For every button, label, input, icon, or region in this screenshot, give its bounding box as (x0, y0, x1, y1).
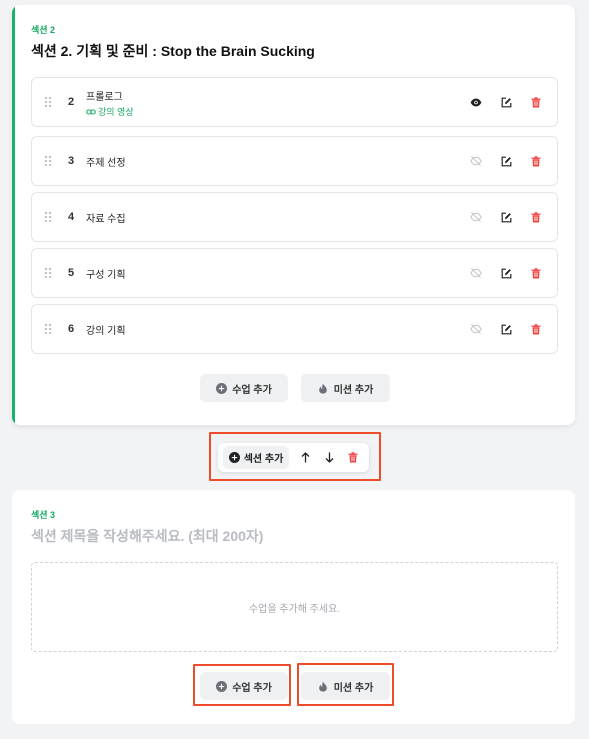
lesson-row[interactable]: 6 강의 기획 (31, 304, 558, 354)
eye-off-icon[interactable] (470, 323, 482, 335)
empty-message: 수업을 추가해 주세요. (248, 603, 341, 615)
arrow-down-icon[interactable] (323, 451, 335, 463)
edit-icon[interactable] (500, 267, 512, 279)
edit-icon[interactable] (500, 155, 512, 167)
drag-handle-icon[interactable] (44, 155, 52, 167)
drag-handle-icon[interactable] (44, 323, 52, 335)
section-label: 섹션 2 (31, 25, 56, 35)
plus-circle-icon (228, 452, 240, 463)
add-lesson-button[interactable]: 수업 추가 (200, 374, 288, 402)
eye-icon[interactable] (470, 96, 482, 108)
highlight-box (297, 663, 394, 706)
eye-off-icon[interactable] (470, 211, 482, 223)
trash-icon[interactable] (530, 323, 542, 335)
section-title-input[interactable]: 섹션 제목을 작성해주세요. (최대 200자) (31, 526, 263, 546)
lesson-row[interactable]: 2 프롤로그 강의 영상 (31, 77, 558, 127)
plus-circle-icon (216, 382, 228, 394)
lesson-row[interactable]: 3 주제 선정 (31, 136, 558, 186)
lesson-drop-area: 수업을 추가해 주세요. (31, 562, 558, 652)
trash-icon[interactable] (530, 267, 542, 279)
edit-icon[interactable] (500, 211, 512, 223)
link-icon (86, 108, 96, 116)
lesson-title[interactable]: 프롤로그 (86, 88, 123, 103)
add-section-button[interactable]: 섹션 추가 (223, 446, 289, 469)
eye-off-icon[interactable] (470, 155, 482, 167)
drag-handle-icon[interactable] (44, 96, 52, 108)
trash-icon[interactable] (530, 96, 542, 108)
section-title[interactable]: 섹션 2. 기획 및 준비 : Stop the Brain Sucking (31, 41, 315, 61)
lesson-title[interactable]: 자료 수집 (86, 210, 126, 225)
trash-icon[interactable] (530, 211, 542, 223)
lesson-number: 4 (68, 211, 75, 223)
lesson-type: 강의 영상 (86, 105, 134, 118)
arrow-up-icon[interactable] (299, 451, 311, 463)
section-accent-bar (12, 5, 15, 425)
lesson-number: 2 (68, 96, 75, 108)
add-mission-button[interactable]: 미션 추가 (301, 374, 390, 402)
add-lesson-label: 수업 추가 (232, 384, 272, 396)
edit-icon[interactable] (500, 96, 512, 108)
section-card-2: 섹션 2 섹션 2. 기획 및 준비 : Stop the Brain Suck… (12, 5, 575, 425)
lesson-row[interactable]: 4 자료 수집 (31, 192, 558, 242)
lesson-type-label: 강의 영상 (98, 107, 134, 117)
flame-icon (318, 383, 329, 394)
lesson-number: 3 (68, 155, 75, 167)
lesson-row[interactable]: 5 구성 기획 (31, 248, 558, 298)
trash-icon[interactable] (347, 451, 359, 463)
lesson-number: 5 (68, 267, 75, 279)
add-mission-label: 미션 추가 (333, 384, 374, 396)
drag-handle-icon[interactable] (44, 267, 52, 279)
add-section-label: 섹션 추가 (243, 454, 284, 465)
lesson-title[interactable]: 구성 기획 (86, 266, 126, 281)
drag-handle-icon[interactable] (44, 211, 52, 223)
highlight-box (193, 664, 291, 706)
lesson-title[interactable]: 주제 선정 (86, 154, 126, 169)
lesson-title[interactable]: 강의 기획 (86, 322, 126, 337)
eye-off-icon[interactable] (470, 267, 482, 279)
section-label: 섹션 3 (31, 510, 56, 520)
section-card-3: 섹션 3 섹션 제목을 작성해주세요. (최대 200자) 수업을 추가해 주세… (12, 490, 575, 724)
trash-icon[interactable] (530, 155, 542, 167)
edit-icon[interactable] (500, 323, 512, 335)
section-toolbar: 섹션 추가 (218, 443, 369, 472)
lesson-number: 6 (68, 323, 75, 335)
